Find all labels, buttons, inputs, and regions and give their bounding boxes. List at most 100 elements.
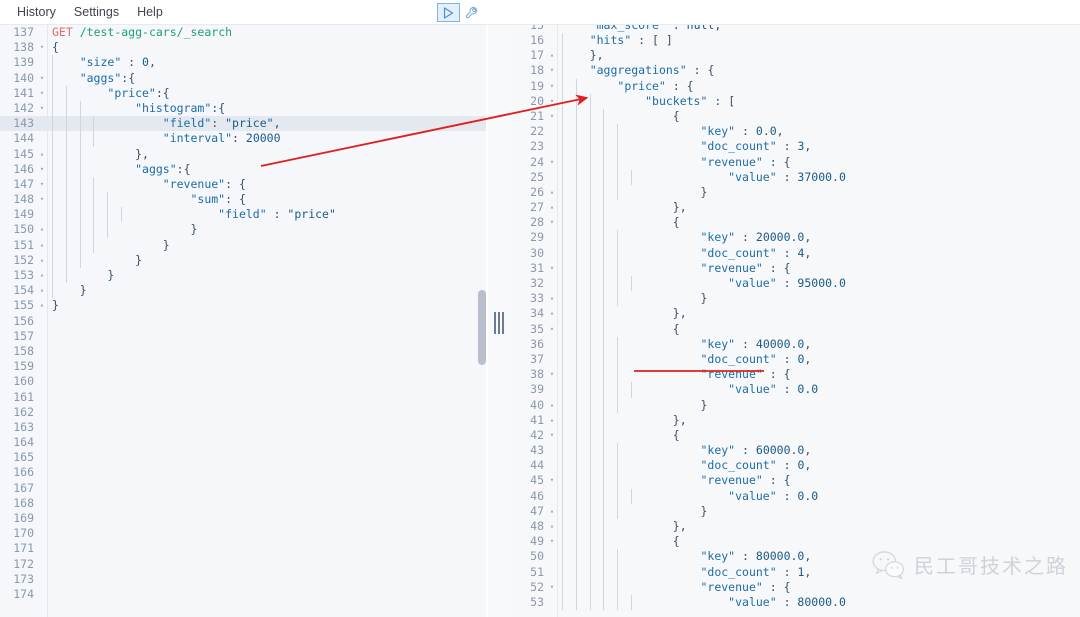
code-line[interactable]: 27 ▴ }, [510, 200, 1080, 216]
code-line[interactable]: 50 "key" : 80000.0, [510, 549, 1080, 565]
code-line[interactable]: 47 ▴ } [510, 503, 1080, 520]
code-line[interactable]: 146 ▾ "aggs":{ [0, 161, 486, 177]
fold-toggle-icon[interactable]: ▾ [546, 63, 558, 78]
response-output-panel[interactable]: 15 "max_score" : null, 16 "hits" : [ ] 17 ▴… [510, 25, 1080, 617]
fold-toggle-icon[interactable]: ▾ [546, 580, 558, 595]
code-line[interactable]: 156 [0, 314, 486, 329]
fold-toggle-icon[interactable]: ▾ [546, 322, 558, 337]
fold-toggle-icon[interactable]: ▴ [36, 147, 48, 162]
fold-toggle-icon[interactable]: ▾ [546, 428, 558, 443]
code-line[interactable]: 44 "doc_count" : 0, [510, 458, 1080, 474]
fold-toggle-icon[interactable]: ▴ [546, 519, 558, 534]
code-line[interactable]: 159 [0, 359, 486, 374]
code-line[interactable]: 21 ▾ { [510, 108, 1080, 125]
fold-toggle-icon[interactable]: ▴ [36, 268, 48, 283]
code-line[interactable]: 18 ▾ "aggregations" : { [510, 63, 1080, 79]
code-line[interactable]: 36 "key" : 40000.0, [510, 336, 1080, 352]
code-line[interactable]: 143 "field": "price", [0, 116, 486, 132]
code-line[interactable]: 173 [0, 572, 486, 587]
fold-toggle-icon[interactable]: ▾ [36, 162, 48, 177]
fold-toggle-icon[interactable]: ▾ [36, 101, 48, 116]
code-line[interactable]: 161 [0, 390, 486, 405]
fold-toggle-icon[interactable]: ▾ [36, 86, 48, 101]
fold-toggle-icon[interactable]: ▾ [546, 109, 558, 124]
code-line[interactable]: 169 [0, 511, 486, 526]
request-editor-scrollbar[interactable] [478, 290, 486, 365]
code-line[interactable]: 152 ▴ } [0, 252, 486, 269]
code-line[interactable]: 20 ▾ "buckets" : [ [510, 93, 1080, 109]
code-line[interactable]: 34 ▴ }, [510, 306, 1080, 322]
code-line[interactable]: 168 [0, 496, 486, 511]
code-line[interactable]: 39 "value" : 0.0 [510, 382, 1080, 398]
code-line[interactable]: 144 "interval": 20000 [0, 131, 486, 147]
code-line[interactable]: 26 ▴ } [510, 184, 1080, 201]
fold-toggle-icon[interactable]: ▾ [546, 94, 558, 109]
fold-toggle-icon[interactable]: ▴ [36, 238, 48, 253]
code-line[interactable]: 147 ▾ "revenue": { [0, 176, 486, 193]
code-line[interactable]: 32 "value" : 95000.0 [510, 276, 1080, 292]
code-line[interactable]: 46 "value" : 0.0 [510, 488, 1080, 504]
code-line[interactable]: 41 ▴ }, [510, 412, 1080, 428]
fold-toggle-icon[interactable]: ▴ [546, 48, 558, 63]
fold-toggle-icon[interactable]: ▴ [36, 253, 48, 268]
fold-toggle-icon[interactable]: ▾ [546, 261, 558, 276]
code-line[interactable]: 163 [0, 420, 486, 435]
fold-toggle-icon[interactable]: ▴ [36, 222, 48, 237]
code-line[interactable]: 16 "hits" : [ ] [510, 33, 1080, 49]
code-line[interactable]: 45 ▾ "revenue" : { [510, 473, 1080, 489]
code-line-partial[interactable]: 15 "max_score" : null, [510, 25, 1080, 33]
code-line[interactable]: 155 ▴} [0, 298, 486, 313]
code-line[interactable]: 138 ▾ { [0, 40, 486, 55]
fold-toggle-icon[interactable]: ▴ [36, 298, 48, 313]
code-line[interactable]: 19 ▾ "price" : { [510, 78, 1080, 94]
code-line[interactable]: 160 [0, 374, 486, 389]
fold-toggle-icon[interactable]: ▴ [546, 291, 558, 306]
code-line[interactable]: 154 ▴ } [0, 283, 486, 299]
code-line[interactable]: 52 ▾ "revenue" : { [510, 579, 1080, 595]
code-line[interactable]: 43 "key" : 60000.0, [510, 443, 1080, 459]
code-line[interactable]: 23 "doc_count" : 3, [510, 139, 1080, 155]
code-line[interactable]: 42 ▾ { [510, 427, 1080, 444]
fold-toggle-icon[interactable]: ▾ [546, 79, 558, 94]
code-line[interactable]: 171 [0, 541, 486, 556]
splitter-grip-icon[interactable] [494, 312, 504, 334]
code-line[interactable]: 149 "field" : "price" [0, 207, 486, 223]
code-line[interactable]: 162 [0, 405, 486, 420]
code-line[interactable]: 29 "key" : 20000.0, [510, 230, 1080, 246]
fold-toggle-icon[interactable]: ▴ [546, 185, 558, 200]
fold-toggle-icon[interactable]: ▾ [36, 40, 48, 55]
code-line[interactable]: 137 GET /test-agg-cars/_search [0, 25, 486, 40]
code-line[interactable]: 140 ▾ "aggs":{ [0, 70, 486, 86]
fold-toggle-icon[interactable]: ▴ [546, 398, 558, 413]
fold-toggle-icon[interactable]: ▾ [36, 177, 48, 192]
code-line[interactable]: 166 [0, 465, 486, 480]
code-line[interactable]: 49 ▾ { [510, 534, 1080, 550]
code-line[interactable]: 142 ▾ "histogram":{ [0, 100, 486, 117]
code-line[interactable]: 53 "value" : 80000.0 [510, 594, 1080, 611]
fold-toggle-icon[interactable]: ▾ [546, 215, 558, 230]
code-line[interactable]: 167 [0, 481, 486, 496]
play-icon[interactable] [437, 3, 460, 22]
code-line[interactable]: 40 ▴ } [510, 397, 1080, 413]
fold-toggle-icon[interactable]: ▾ [36, 71, 48, 86]
code-line[interactable]: 158 [0, 344, 486, 359]
code-line[interactable]: 165 [0, 450, 486, 465]
code-line[interactable]: 22 "key" : 0.0, [510, 124, 1080, 140]
response-output-code[interactable]: 15 "max_score" : null, 16 "hits" : [ ] 17 ▴… [510, 25, 1080, 617]
fold-toggle-icon[interactable]: ▴ [546, 200, 558, 215]
code-line[interactable]: 164 [0, 435, 486, 450]
code-line[interactable]: 141 ▾ "price":{ [0, 85, 486, 101]
fold-toggle-icon[interactable]: ▾ [546, 534, 558, 549]
menu-settings[interactable]: Settings [65, 2, 128, 22]
code-line[interactable]: 153 ▴ } [0, 268, 486, 284]
code-line[interactable]: 24 ▾ "revenue" : { [510, 154, 1080, 170]
fold-toggle-icon[interactable]: ▾ [546, 367, 558, 382]
code-line[interactable]: 33 ▴ } [510, 291, 1080, 307]
fold-toggle-icon[interactable]: ▾ [546, 155, 558, 170]
menu-help[interactable]: Help [128, 2, 172, 22]
menu-history[interactable]: History [8, 2, 65, 22]
fold-toggle-icon[interactable]: ▴ [546, 413, 558, 428]
code-line[interactable]: 38 ▾ "revenue" : { [510, 367, 1080, 383]
fold-toggle-icon[interactable]: ▾ [546, 473, 558, 488]
code-line[interactable]: 148 ▾ "sum": { [0, 192, 486, 208]
